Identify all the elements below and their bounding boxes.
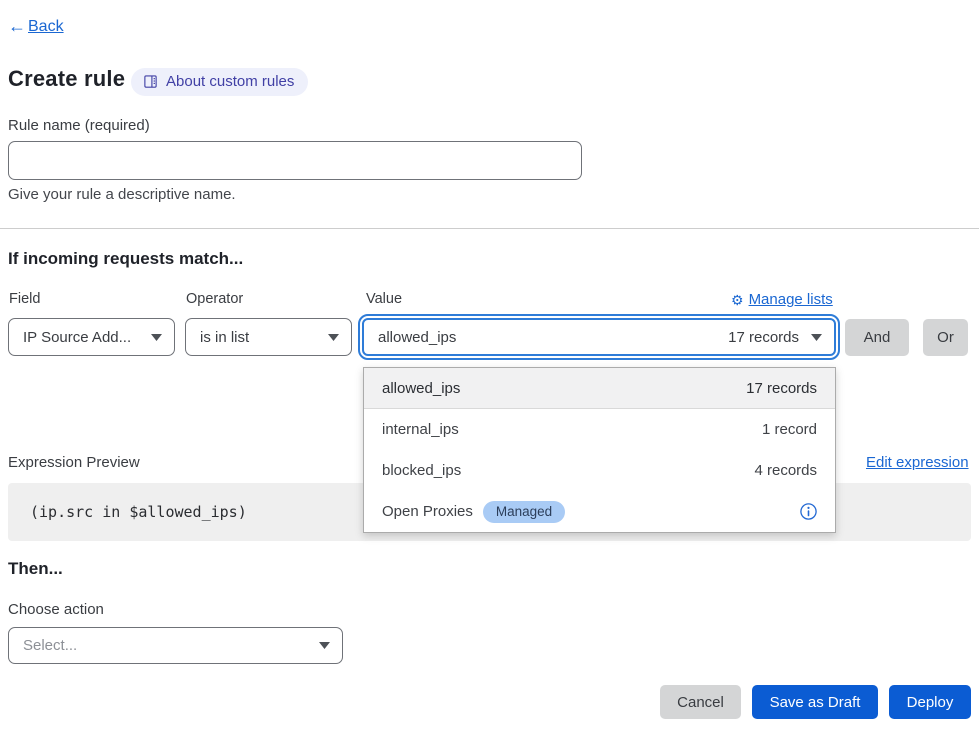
chevron-down-icon [151,334,162,341]
operator-select-value: is in list [200,329,249,346]
back-arrow-icon: ← [8,16,26,37]
value-column-label: Value [366,291,402,307]
chevron-down-icon [811,334,822,341]
expression-code: (ip.src in $allowed_ips) [30,503,247,521]
edit-expression-link[interactable]: Edit expression [866,454,969,471]
field-select[interactable]: IP Source Add... [8,318,175,356]
list-name: blocked_ips [382,462,461,479]
then-section-heading: Then... [8,559,63,579]
chevron-down-icon [319,642,330,649]
action-select-placeholder: Select... [23,637,77,654]
section-divider [0,228,979,229]
rule-name-label: Rule name (required) [8,117,150,134]
match-section-heading: If incoming requests match... [8,249,243,269]
list-name: allowed_ips [382,380,460,397]
field-column-label: Field [9,291,40,307]
back-link[interactable]: ← Back [8,16,64,37]
cancel-button[interactable]: Cancel [660,685,741,719]
save-as-draft-button[interactable]: Save as Draft [752,685,878,719]
value-select-records-count: 17 records [728,329,799,346]
manage-lists-link[interactable]: ⚙ Manage lists [731,291,838,308]
and-button[interactable]: And [845,319,909,356]
list-records-count: 17 records [746,380,817,397]
action-select[interactable]: Select... [8,627,343,664]
or-button[interactable]: Or [923,319,968,356]
value-select-selected: allowed_ips [378,329,456,346]
page-title: Create rule [8,66,125,92]
back-label: Back [28,18,64,36]
dropdown-item-allowed-ips[interactable]: allowed_ips 17 records [364,368,835,409]
chevron-down-icon [328,334,339,341]
dropdown-item-internal-ips[interactable]: internal_ips 1 record [364,409,835,450]
value-dropdown-menu: allowed_ips 17 records internal_ips 1 re… [363,367,836,533]
about-custom-rules-label: About custom rules [166,73,294,90]
dropdown-item-open-proxies[interactable]: Open Proxies Managed [364,491,835,532]
value-select[interactable]: allowed_ips 17 records [362,318,836,356]
managed-badge: Managed [483,501,565,523]
gear-icon: ⚙ [731,293,744,307]
operator-column-label: Operator [186,291,243,307]
list-name: internal_ips [382,421,459,438]
book-icon [143,74,158,89]
create-rule-page: ← Back Create rule About custom rules Ru… [0,0,979,739]
expression-preview-label: Expression Preview [8,454,140,471]
list-name: Open Proxies [382,503,473,520]
value-select-focus-ring: allowed_ips 17 records [358,314,840,360]
field-select-value: IP Source Add... [23,329,131,346]
rule-name-input[interactable] [8,141,582,180]
manage-lists-label: Manage lists [749,291,833,308]
dropdown-item-blocked-ips[interactable]: blocked_ips 4 records [364,450,835,491]
rule-name-helper-text: Give your rule a descriptive name. [8,186,236,203]
deploy-button[interactable]: Deploy [889,685,971,719]
info-icon[interactable] [800,503,817,520]
list-records-count: 4 records [754,462,817,479]
operator-select[interactable]: is in list [185,318,352,356]
list-records-count: 1 record [762,421,817,438]
choose-action-label: Choose action [8,601,104,618]
about-custom-rules-link[interactable]: About custom rules [131,68,308,96]
